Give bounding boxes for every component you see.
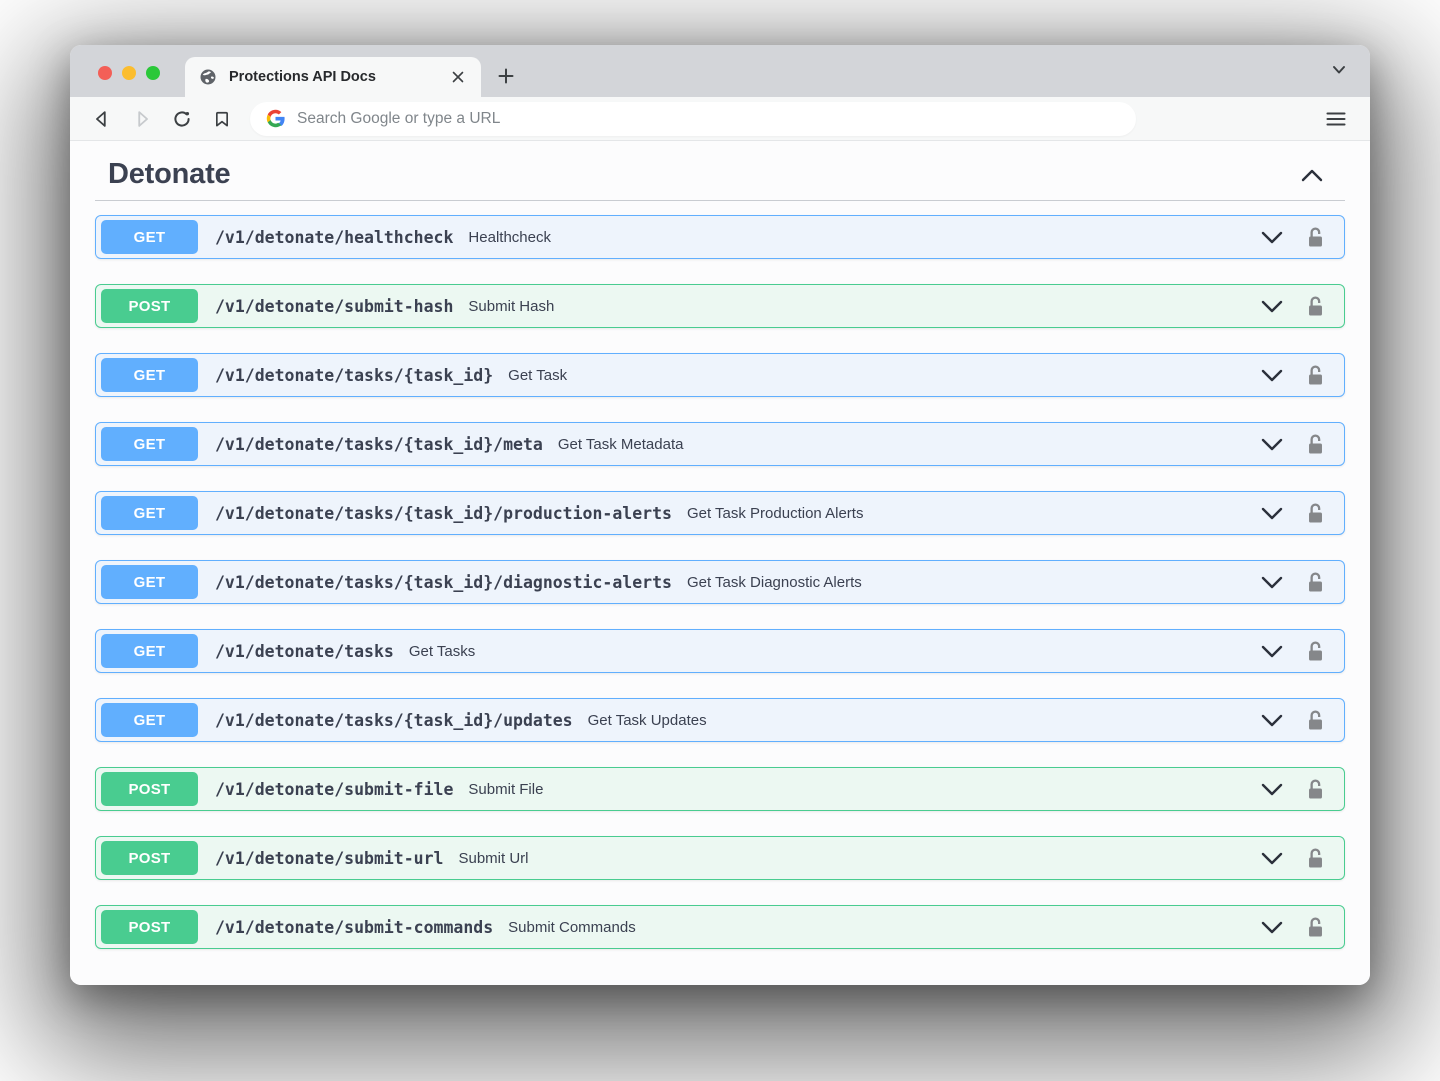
http-method-badge: GET	[101, 220, 198, 254]
api-operation-row[interactable]: GET /v1/detonate/tasks/{task_id}/diagnos…	[95, 560, 1345, 604]
address-bar[interactable]	[250, 102, 1136, 136]
http-method-badge: GET	[101, 703, 198, 737]
endpoint-path: /v1/detonate/submit-file	[215, 780, 453, 799]
endpoint-summary: Get Tasks	[409, 643, 475, 660]
authorize-unlock-icon[interactable]	[1305, 847, 1326, 870]
authorize-unlock-icon[interactable]	[1305, 295, 1326, 318]
http-method-badge: GET	[101, 565, 198, 599]
expand-operation-chevron-icon[interactable]	[1261, 783, 1283, 796]
authorize-unlock-icon[interactable]	[1305, 778, 1326, 801]
endpoint-summary: Get Task Metadata	[558, 436, 684, 453]
api-operation-row[interactable]: POST /v1/detonate/submit-commands Submit…	[95, 905, 1345, 949]
expand-operation-chevron-icon[interactable]	[1261, 300, 1283, 313]
api-operation-row[interactable]: GET /v1/detonate/healthcheck Healthcheck	[95, 215, 1345, 259]
http-method-badge: POST	[101, 772, 198, 806]
endpoint-summary: Get Task Diagnostic Alerts	[687, 574, 862, 591]
endpoint-path: /v1/detonate/submit-hash	[215, 297, 453, 316]
endpoint-path: /v1/detonate/submit-commands	[215, 918, 493, 937]
endpoint-path: /v1/detonate/tasks	[215, 642, 394, 661]
menu-hamburger-icon[interactable]	[1320, 103, 1352, 135]
api-operation-row[interactable]: POST /v1/detonate/submit-hash Submit Has…	[95, 284, 1345, 328]
endpoint-summary: Get Task Production Alerts	[687, 505, 863, 522]
operations-list: GET /v1/detonate/healthcheck Healthcheck…	[70, 201, 1370, 949]
endpoint-summary: Submit Commands	[508, 919, 636, 936]
section-header[interactable]: Detonate	[70, 141, 1370, 200]
endpoint-path: /v1/detonate/tasks/{task_id}	[215, 366, 493, 385]
tab-title: Protections API Docs	[229, 69, 447, 85]
api-operation-row[interactable]: GET /v1/detonate/tasks/{task_id}/meta Ge…	[95, 422, 1345, 466]
expand-operation-chevron-icon[interactable]	[1261, 852, 1283, 865]
endpoint-path: /v1/detonate/submit-url	[215, 849, 443, 868]
expand-operation-chevron-icon[interactable]	[1261, 714, 1283, 727]
authorize-unlock-icon[interactable]	[1305, 709, 1326, 732]
browser-tab[interactable]: Protections API Docs	[185, 57, 481, 97]
endpoint-summary: Healthcheck	[468, 229, 551, 246]
authorize-unlock-icon[interactable]	[1305, 916, 1326, 939]
tab-strip: Protections API Docs	[70, 45, 1370, 97]
expand-operation-chevron-icon[interactable]	[1261, 921, 1283, 934]
endpoint-summary: Submit Url	[458, 850, 528, 867]
tab-close-icon[interactable]	[447, 66, 469, 88]
bookmark-icon[interactable]	[206, 103, 238, 135]
endpoint-summary: Submit File	[468, 781, 543, 798]
authorize-unlock-icon[interactable]	[1305, 571, 1326, 594]
back-button[interactable]	[86, 103, 118, 135]
authorize-unlock-icon[interactable]	[1305, 364, 1326, 387]
expand-operation-chevron-icon[interactable]	[1261, 645, 1283, 658]
collapse-section-chevron-icon[interactable]	[1299, 167, 1325, 183]
endpoint-path: /v1/detonate/healthcheck	[215, 228, 453, 247]
api-docs-page: Detonate GET /v1/detonate/healthcheck He…	[70, 141, 1370, 985]
window-controls	[98, 66, 160, 80]
authorize-unlock-icon[interactable]	[1305, 640, 1326, 663]
expand-operation-chevron-icon[interactable]	[1261, 369, 1283, 382]
new-tab-button[interactable]	[489, 59, 523, 93]
close-window-button[interactable]	[98, 66, 112, 80]
page-title: Detonate	[108, 158, 230, 191]
authorize-unlock-icon[interactable]	[1305, 502, 1326, 525]
reload-button[interactable]	[166, 103, 198, 135]
endpoint-summary: Get Task	[508, 367, 567, 384]
endpoint-path: /v1/detonate/tasks/{task_id}/updates	[215, 711, 573, 730]
http-method-badge: GET	[101, 496, 198, 530]
http-method-badge: GET	[101, 358, 198, 392]
minimize-window-button[interactable]	[122, 66, 136, 80]
forward-button[interactable]	[126, 103, 158, 135]
endpoint-path: /v1/detonate/tasks/{task_id}/production-…	[215, 504, 672, 523]
google-logo-icon	[266, 109, 285, 128]
browser-toolbar	[70, 97, 1370, 141]
api-operation-row[interactable]: POST /v1/detonate/submit-file Submit Fil…	[95, 767, 1345, 811]
expand-operation-chevron-icon[interactable]	[1261, 507, 1283, 520]
http-method-badge: POST	[101, 910, 198, 944]
zoom-window-button[interactable]	[146, 66, 160, 80]
globe-favicon-icon	[199, 68, 217, 86]
authorize-unlock-icon[interactable]	[1305, 226, 1326, 249]
api-operation-row[interactable]: GET /v1/detonate/tasks/{task_id}/updates…	[95, 698, 1345, 742]
expand-operation-chevron-icon[interactable]	[1261, 438, 1283, 451]
api-operation-row[interactable]: POST /v1/detonate/submit-url Submit Url	[95, 836, 1345, 880]
expand-operation-chevron-icon[interactable]	[1261, 576, 1283, 589]
endpoint-path: /v1/detonate/tasks/{task_id}/diagnostic-…	[215, 573, 672, 592]
authorize-unlock-icon[interactable]	[1305, 433, 1326, 456]
api-operation-row[interactable]: GET /v1/detonate/tasks/{task_id}/product…	[95, 491, 1345, 535]
endpoint-path: /v1/detonate/tasks/{task_id}/meta	[215, 435, 543, 454]
api-operation-row[interactable]: GET /v1/detonate/tasks Get Tasks	[95, 629, 1345, 673]
http-method-badge: GET	[101, 634, 198, 668]
http-method-badge: POST	[101, 289, 198, 323]
endpoint-summary: Submit Hash	[468, 298, 554, 315]
endpoint-summary: Get Task Updates	[588, 712, 707, 729]
tab-overview-chevron-icon[interactable]	[1330, 61, 1348, 84]
http-method-badge: POST	[101, 841, 198, 875]
browser-window: Protections API Docs	[70, 45, 1370, 985]
url-input[interactable]	[297, 110, 1120, 128]
expand-operation-chevron-icon[interactable]	[1261, 231, 1283, 244]
api-operation-row[interactable]: GET /v1/detonate/tasks/{task_id} Get Tas…	[95, 353, 1345, 397]
http-method-badge: GET	[101, 427, 198, 461]
